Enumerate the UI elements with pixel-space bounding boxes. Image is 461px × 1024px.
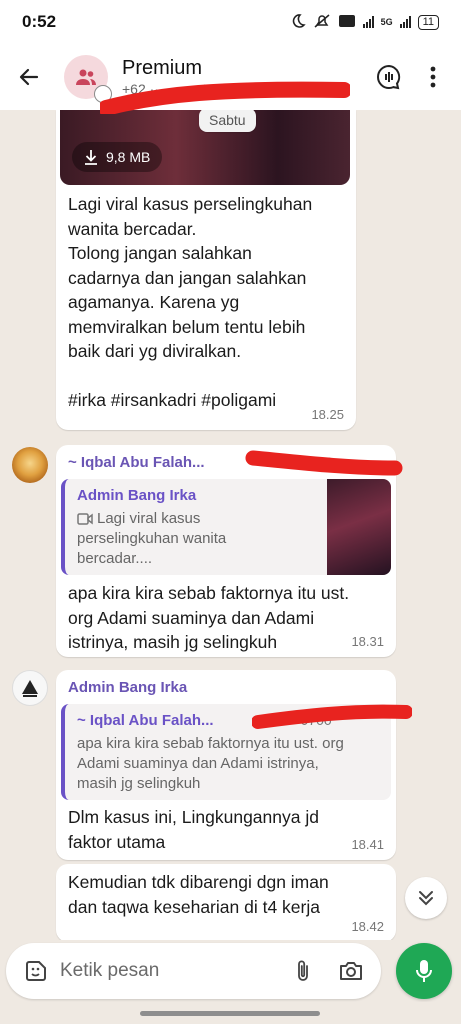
media-size: 9,8 MB [106, 149, 151, 165]
download-icon [85, 150, 97, 165]
sender-phone: +62 ··· 0700 [256, 454, 333, 470]
message-composer [6, 943, 381, 999]
double-chevron-down-icon [419, 891, 433, 906]
message-bubble[interactable]: Admin Bang Irka ~ Iqbal Abu Falah... +62… [56, 670, 396, 860]
quote-sender-name: ~ Iqbal Abu Falah... [77, 712, 214, 729]
avatar[interactable] [12, 670, 48, 706]
message-time: 18.25 [311, 407, 344, 422]
signal-icon-2 [399, 16, 411, 28]
message-text: Kemudian tdk dibarengi dgn iman dan taqw… [68, 872, 329, 917]
download-button[interactable]: 9,8 MB [72, 142, 163, 172]
voice-record-button[interactable] [396, 943, 452, 999]
message-text: apa kira kira sebab faktornya itu ust. o… [68, 583, 350, 652]
sticker-button[interactable] [12, 943, 60, 999]
date-chip: Sabtu [199, 110, 256, 132]
chat-header: Premium +62 ··· ··· ··· 77 [0, 44, 461, 110]
chat-area[interactable]: Lagi viral kasus perselingkuhan wanita b… [0, 110, 461, 940]
status-bar: 0:52 5G 11 [0, 0, 461, 44]
battery-icon: 11 [417, 14, 439, 30]
message-time: 18.42 [351, 919, 384, 934]
message-bubble[interactable]: Kemudian tdk dibarengi dgn iman dan taqw… [56, 864, 396, 940]
group-avatar[interactable] [64, 55, 112, 103]
attach-button[interactable] [279, 943, 327, 999]
more-options-button[interactable] [411, 55, 455, 99]
group-icon [76, 69, 96, 85]
avatar[interactable] [12, 447, 48, 483]
quote-sender-name: Admin Bang Irka [77, 487, 197, 504]
signal-icon [362, 16, 374, 28]
voice-chat-button[interactable] [367, 55, 411, 99]
quoted-message[interactable]: Admin Bang Irka Lagi viral kasus perseli… [61, 479, 391, 575]
voice-chat-icon [377, 64, 401, 90]
quote-sender-phone: +62 ··· 0700 [255, 712, 332, 728]
message-text: Lagi viral kasus perselingkuhan wanita b… [68, 194, 313, 410]
status-time: 0:52 [22, 12, 57, 31]
quote-thumbnail [327, 479, 391, 575]
message-time: 18.41 [351, 837, 384, 852]
chat-subtitle: +62 ··· ··· ··· 77 [122, 81, 219, 97]
back-button[interactable] [0, 44, 58, 110]
camera-button[interactable] [327, 943, 375, 999]
header-text[interactable]: Premium +62 ··· ··· ··· 77 [122, 56, 342, 98]
mute-icon [313, 13, 331, 32]
status-icons: 5G 11 [290, 13, 439, 32]
sticker-icon [26, 961, 46, 981]
header-actions [367, 55, 461, 99]
network-type-label: 5G [380, 17, 393, 27]
message-input[interactable] [60, 960, 270, 982]
message-text: Dlm kasus ini, Lingkungannya jd faktor u… [68, 807, 319, 852]
moon-icon [290, 13, 306, 32]
home-indicator[interactable] [140, 1011, 320, 1016]
arrow-left-icon [19, 68, 39, 86]
camera-icon [340, 962, 362, 980]
chat-title: Premium [122, 57, 203, 79]
sender-name[interactable]: Admin Bang Irka [68, 679, 187, 696]
volte-icon [338, 14, 356, 31]
quote-text: apa kira kira sebab faktornya itu ust. o… [77, 735, 344, 792]
sender-name[interactable]: ~ Iqbal Abu Falah... [68, 454, 205, 471]
paperclip-icon [298, 960, 308, 981]
timer-badge-icon [94, 85, 112, 103]
quote-text: Lagi viral kasus perselingkuhan wanita b… [77, 510, 227, 567]
message-bubble[interactable]: ~ Iqbal Abu Falah... +62 ··· 0700 Admin … [56, 445, 396, 657]
microphone-icon [416, 960, 432, 982]
more-vertical-icon [430, 66, 436, 88]
profile-logo-icon [22, 680, 38, 697]
scroll-to-bottom-button[interactable] [405, 877, 447, 919]
message-time: 18.31 [351, 634, 384, 649]
quoted-message[interactable]: ~ Iqbal Abu Falah... +62 ··· 0700 apa ki… [61, 704, 391, 800]
